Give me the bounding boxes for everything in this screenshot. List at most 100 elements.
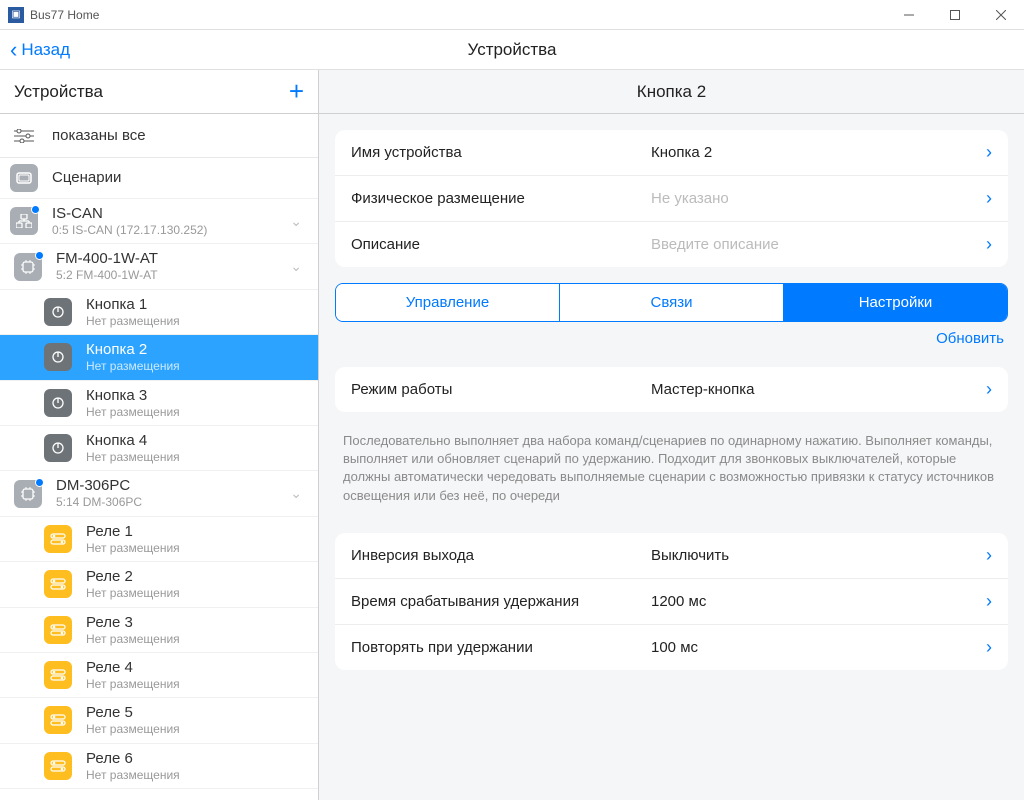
chip-icon	[14, 480, 42, 508]
row-inversion[interactable]: Инверсия выхода Выключить ›	[335, 533, 1008, 578]
sidebar-item-button2[interactable]: Кнопка 2Нет размещения	[0, 335, 318, 380]
sidebar-item-dm306pc[interactable]: DM-306PC 5:14 DM-306PC ⌄	[0, 471, 318, 516]
item-sublabel: Нет размещения	[86, 677, 308, 691]
chevron-down-icon: ⌄	[290, 213, 308, 230]
item-label: Сценарии	[52, 169, 308, 187]
row-label: Имя устройства	[351, 144, 651, 161]
row-value: Кнопка 2	[651, 144, 978, 161]
chevron-right-icon: ›	[986, 379, 992, 400]
item-sublabel: Нет размещения	[86, 314, 308, 328]
row-value: Не указано	[651, 190, 978, 207]
identity-card: Имя устройства Кнопка 2 › Физическое раз…	[335, 130, 1008, 267]
chevron-right-icon: ›	[986, 545, 992, 566]
tab-settings[interactable]: Настройки	[783, 284, 1007, 321]
item-sublabel: Нет размещения	[86, 768, 308, 782]
sidebar-item-relay4[interactable]: Реле 4Нет размещения	[0, 653, 318, 698]
sidebar-item-relay2[interactable]: Реле 2Нет размещения	[0, 562, 318, 607]
item-sublabel: Нет размещения	[86, 541, 308, 555]
back-label: Назад	[21, 40, 70, 60]
row-label: Режим работы	[351, 381, 651, 398]
sidebar-item-fm400[interactable]: FM-400-1W-AT 5:2 FM-400-1W-AT ⌄	[0, 244, 318, 289]
sidebar-item-button1[interactable]: Кнопка 1Нет размещения	[0, 290, 318, 335]
item-label: Кнопка 3	[86, 387, 308, 405]
scenarios-icon	[10, 164, 38, 192]
window-titlebar: ▣ Bus77 Home	[0, 0, 1024, 30]
power-icon	[44, 434, 72, 462]
item-label: Реле 4	[86, 659, 308, 677]
row-label: Физическое размещение	[351, 190, 651, 207]
item-label: Реле 6	[86, 750, 308, 768]
row-value: Мастер-кнопка	[651, 381, 978, 398]
row-device-name[interactable]: Имя устройства Кнопка 2 ›	[335, 130, 1008, 175]
tab-control[interactable]: Управление	[336, 284, 559, 321]
row-label: Время срабатывания удержания	[351, 593, 651, 610]
window-controls	[886, 0, 1024, 30]
sidebar-item-relay5[interactable]: Реле 5Нет размещения	[0, 698, 318, 743]
item-sublabel: Нет размещения	[86, 722, 308, 736]
maximize-button[interactable]	[932, 0, 978, 30]
status-dot-icon	[31, 205, 40, 214]
filter-row[interactable]: показаны все	[0, 114, 318, 158]
content-pane: Кнопка 2 Имя устройства Кнопка 2 › Физич…	[319, 70, 1024, 800]
sidebar-item-relay3[interactable]: Реле 3Нет размещения	[0, 608, 318, 653]
item-sublabel: Нет размещения	[86, 405, 308, 419]
row-label: Повторять при удержании	[351, 639, 651, 656]
page-title: Устройства	[0, 40, 1024, 60]
switch-icon	[44, 616, 72, 644]
back-button[interactable]: ‹ Назад	[0, 37, 70, 63]
item-sublabel: Нет размещения	[86, 450, 308, 464]
status-dot-icon	[35, 251, 44, 260]
params-card: Инверсия выхода Выключить › Время срабат…	[335, 533, 1008, 670]
refresh-button[interactable]: Обновить	[936, 330, 1004, 347]
row-value: Введите описание	[651, 236, 978, 253]
sidebar-item-iscan[interactable]: IS-CAN 0:5 IS-CAN (172.17.130.252) ⌄	[0, 199, 318, 244]
power-icon	[44, 298, 72, 326]
switch-icon	[44, 570, 72, 598]
row-location[interactable]: Физическое размещение Не указано ›	[335, 175, 1008, 221]
row-mode[interactable]: Режим работы Мастер-кнопка ›	[335, 367, 1008, 412]
content-title: Кнопка 2	[319, 70, 1024, 114]
row-repeat-hold[interactable]: Повторять при удержании 100 мс ›	[335, 624, 1008, 670]
item-sublabel: 0:5 IS-CAN (172.17.130.252)	[52, 223, 290, 237]
chevron-right-icon: ›	[986, 234, 992, 255]
sidebar-header: Устройства +	[0, 70, 318, 114]
tab-bar: Управление Связи Настройки	[335, 283, 1008, 322]
row-hold-time[interactable]: Время срабатывания удержания 1200 мс ›	[335, 578, 1008, 624]
row-value: 1200 мс	[651, 593, 978, 610]
chevron-right-icon: ›	[986, 637, 992, 658]
sidebar-item-button4[interactable]: Кнопка 4Нет размещения	[0, 426, 318, 471]
item-label: Кнопка 4	[86, 432, 308, 450]
row-value: Выключить	[651, 547, 978, 564]
item-sublabel: Нет размещения	[86, 359, 308, 373]
mode-card: Режим работы Мастер-кнопка ›	[335, 367, 1008, 412]
item-sublabel: Нет размещения	[86, 632, 308, 646]
tab-links[interactable]: Связи	[559, 284, 783, 321]
close-button[interactable]	[978, 0, 1024, 30]
add-device-button[interactable]: +	[289, 76, 304, 107]
chevron-down-icon: ⌄	[290, 485, 308, 502]
status-dot-icon	[35, 478, 44, 487]
sidebar-item-relay1[interactable]: Реле 1Нет размещения	[0, 517, 318, 562]
item-label: DM-306PC	[56, 477, 290, 495]
filter-icon	[14, 129, 34, 143]
minimize-button[interactable]	[886, 0, 932, 30]
item-label: Реле 5	[86, 704, 308, 722]
filter-label: показаны все	[52, 127, 146, 144]
chip-icon	[14, 253, 42, 281]
sidebar-item-scenarios[interactable]: Сценарии	[0, 158, 318, 199]
app-icon: ▣	[8, 7, 24, 23]
item-label: Реле 3	[86, 614, 308, 632]
item-label: IS-CAN	[52, 205, 290, 223]
power-icon	[44, 389, 72, 417]
item-label: Кнопка 1	[86, 296, 308, 314]
switch-icon	[44, 706, 72, 734]
sidebar-item-relay6[interactable]: Реле 6Нет размещения	[0, 744, 318, 789]
mode-description: Последовательно выполняет два набора ком…	[319, 428, 1024, 517]
sidebar-item-button3[interactable]: Кнопка 3Нет размещения	[0, 381, 318, 426]
chevron-down-icon: ⌄	[290, 258, 308, 275]
row-description[interactable]: Описание Введите описание ›	[335, 221, 1008, 267]
item-sublabel: 5:2 FM-400-1W-AT	[56, 268, 290, 282]
network-icon	[10, 207, 38, 235]
item-label: Кнопка 2	[86, 341, 308, 359]
row-value: 100 мс	[651, 639, 978, 656]
